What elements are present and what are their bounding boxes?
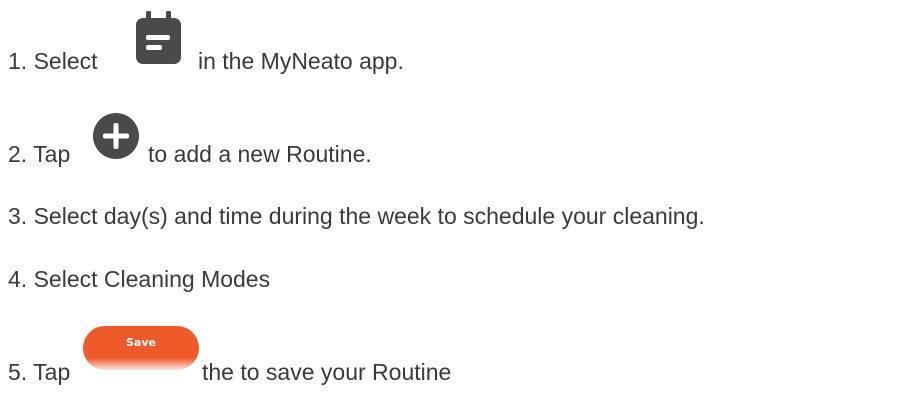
step-1-suffix: in the MyNeato app.: [198, 48, 404, 74]
step-4-text: 4. Select Cleaning Modes: [8, 266, 271, 292]
step-5-suffix: the to save your Routine: [202, 359, 452, 385]
step-3-text: 3. Select day(s) and time during the wee…: [8, 203, 705, 229]
save-button-fade: [83, 358, 199, 370]
step-2-prefix: 2. Tap: [8, 141, 71, 167]
step-1-prefix: 1. Select: [8, 48, 98, 74]
step-5-prefix: 5. Tap: [8, 359, 71, 385]
step-2-suffix: to add a new Routine.: [148, 141, 372, 167]
plus-circle-icon[interactable]: [92, 112, 140, 160]
save-button[interactable]: Save: [83, 326, 199, 370]
save-button-label: Save: [126, 336, 156, 349]
calendar-icon[interactable]: [133, 9, 185, 67]
